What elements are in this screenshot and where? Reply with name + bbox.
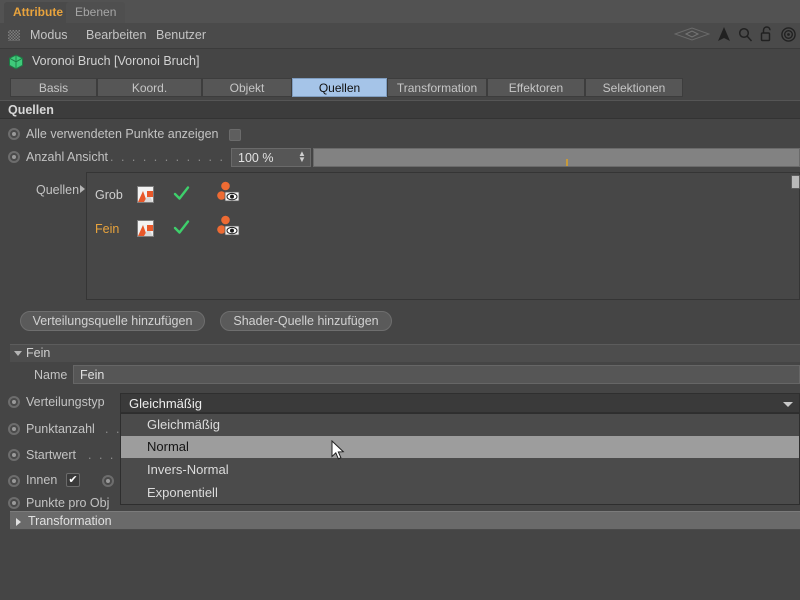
section-band-quellen: Quellen xyxy=(0,100,800,119)
label-name: Name xyxy=(34,368,68,382)
green-check-icon[interactable] xyxy=(173,185,190,205)
tab-basis[interactable]: Basis xyxy=(10,78,97,97)
object-header: Voronoi Bruch [Voronoi Bruch] xyxy=(0,49,800,74)
spinner-arrows-icon[interactable]: ▲ ▼ xyxy=(298,150,306,164)
distribution-type-value: Gleichmäßig xyxy=(129,396,202,411)
chevron-down-icon[interactable] xyxy=(783,402,793,407)
tab-koord[interactable]: Koord. xyxy=(97,78,202,97)
green-check-icon[interactable] xyxy=(173,219,190,239)
tab-transformation[interactable]: Transformation xyxy=(387,78,487,97)
name-value: Fein xyxy=(80,368,105,382)
chevron-right-icon[interactable] xyxy=(80,185,85,193)
target-icon[interactable] xyxy=(781,26,796,45)
add-distribution-source-button[interactable]: Verteilungsquelle hinzufügen xyxy=(20,311,205,331)
distribution-type-dropdown[interactable]: Gleichmäßig Normal Invers-Normal Exponen… xyxy=(120,413,800,505)
label-innen: Innen xyxy=(26,473,58,487)
menu-item-benutzer[interactable]: Benutzer xyxy=(152,27,210,44)
manager-tabbar: Attribute Ebenen xyxy=(0,0,800,23)
anim-radio-count-view[interactable] xyxy=(8,151,20,163)
label-punkte-pro-objekt: Punkte pro Obj xyxy=(26,496,110,510)
list-item-label: Fein xyxy=(95,222,120,236)
attribute-manager-window: Attribute Ebenen Modus Bearbeiten Benutz… xyxy=(0,0,800,600)
manager-tab-ebenen[interactable]: Ebenen xyxy=(66,2,126,23)
row-count-view: Anzahl Ansicht . . . . . . . . . . . . .… xyxy=(0,148,800,168)
count-view-input[interactable]: 100 % ▲ ▼ xyxy=(231,148,311,167)
label-sources-list: Quellen xyxy=(36,183,80,197)
group-header-fein[interactable]: Fein xyxy=(10,344,800,362)
menu-item-modus[interactable]: Modus xyxy=(26,27,72,44)
mesh-diamond-icon[interactable] xyxy=(673,27,711,44)
dropdown-option-invers-normal[interactable]: Invers-Normal xyxy=(121,459,799,481)
add-shader-source-button[interactable]: Shader-Quelle hinzufügen xyxy=(220,311,392,331)
dropdown-option-gleichmaessig[interactable]: Gleichmäßig xyxy=(121,414,799,436)
anim-radio-innen-secondary[interactable] xyxy=(102,475,114,487)
tab-selektionen[interactable]: Selektionen xyxy=(585,78,683,97)
label-punktanzahl: Punktanzahl xyxy=(26,422,95,436)
anim-radio-startwert[interactable] xyxy=(8,449,20,461)
menu-bar: Modus Bearbeiten Benutzer xyxy=(0,23,800,49)
distribution-type-combo[interactable]: Gleichmäßig xyxy=(120,393,800,413)
listbox-scrollbar-thumb[interactable] xyxy=(791,175,800,189)
menu-item-bearbeiten[interactable]: Bearbeiten xyxy=(82,27,150,44)
anim-radio-punktanzahl[interactable] xyxy=(8,423,20,435)
toolbar-icons xyxy=(673,23,796,48)
shader-thumbnail-icon[interactable] xyxy=(137,220,154,237)
chevron-down-icon[interactable] xyxy=(14,351,22,356)
label-verteilungstyp: Verteilungstyp xyxy=(26,395,105,409)
arrow-pointer-icon[interactable] xyxy=(717,26,731,45)
points-eye-icon[interactable] xyxy=(217,181,243,210)
label-show-all-points: Alle verwendeten Punkte anzeigen xyxy=(26,127,219,141)
row-show-all-points: Alle verwendeten Punkte anzeigen xyxy=(0,126,800,144)
drag-grip-icon[interactable] xyxy=(8,30,20,41)
dropdown-option-exponentiell[interactable]: Exponentiell xyxy=(121,482,799,504)
group-header-label: Fein xyxy=(26,346,51,360)
tab-quellen[interactable]: Quellen xyxy=(292,78,387,97)
list-item-label: Grob xyxy=(95,188,123,202)
search-icon[interactable] xyxy=(738,27,753,45)
tab-objekt[interactable]: Objekt xyxy=(202,78,292,97)
row-sources-list: Quellen Grob Fein xyxy=(0,172,800,302)
voronoi-fracture-icon xyxy=(8,54,24,70)
anim-radio-show-all-points[interactable] xyxy=(8,128,20,140)
points-eye-icon[interactable] xyxy=(217,215,243,244)
anim-radio-verteilungstyp[interactable] xyxy=(8,396,20,408)
anim-radio-punkte-pro-objekt[interactable] xyxy=(8,497,20,509)
shader-thumbnail-icon[interactable] xyxy=(137,186,154,203)
property-tabs: Basis Koord. Objekt Quellen Transformati… xyxy=(0,76,800,98)
label-count-view: Anzahl Ansicht xyxy=(26,150,108,164)
sources-listbox[interactable]: Grob Fein xyxy=(86,172,800,300)
row-source-buttons: Verteilungsquelle hinzufügen Shader-Quel… xyxy=(0,311,800,333)
manager-tab-attribute[interactable]: Attribute xyxy=(4,2,72,23)
count-view-value: 100 % xyxy=(238,151,274,165)
label-startwert: Startwert xyxy=(26,448,77,462)
slider-tick xyxy=(566,159,568,166)
chevron-right-icon[interactable] xyxy=(16,518,21,526)
section-title: Quellen xyxy=(8,103,54,117)
group-header-label: Transformation xyxy=(28,514,112,528)
dropdown-option-normal[interactable]: Normal xyxy=(121,436,799,458)
checkbox-show-all-points[interactable] xyxy=(229,129,241,141)
page-title: Voronoi Bruch [Voronoi Bruch] xyxy=(32,54,200,68)
label-dots-count-view: . . . . . . . . . . . . . . . . . . xyxy=(110,150,225,164)
tab-effektoren[interactable]: Effektoren xyxy=(487,78,585,97)
row-verteilungstyp: Verteilungstyp Gleichmäßig xyxy=(0,393,800,413)
anim-radio-innen[interactable] xyxy=(8,475,20,487)
group-header-transformation[interactable]: Transformation xyxy=(10,511,800,530)
row-name: Name Fein xyxy=(0,365,800,385)
count-view-slider[interactable] xyxy=(313,148,800,167)
name-input[interactable]: Fein xyxy=(73,365,800,384)
checkbox-innen[interactable]: ✔ xyxy=(66,473,80,487)
unlock-icon[interactable] xyxy=(760,26,774,45)
